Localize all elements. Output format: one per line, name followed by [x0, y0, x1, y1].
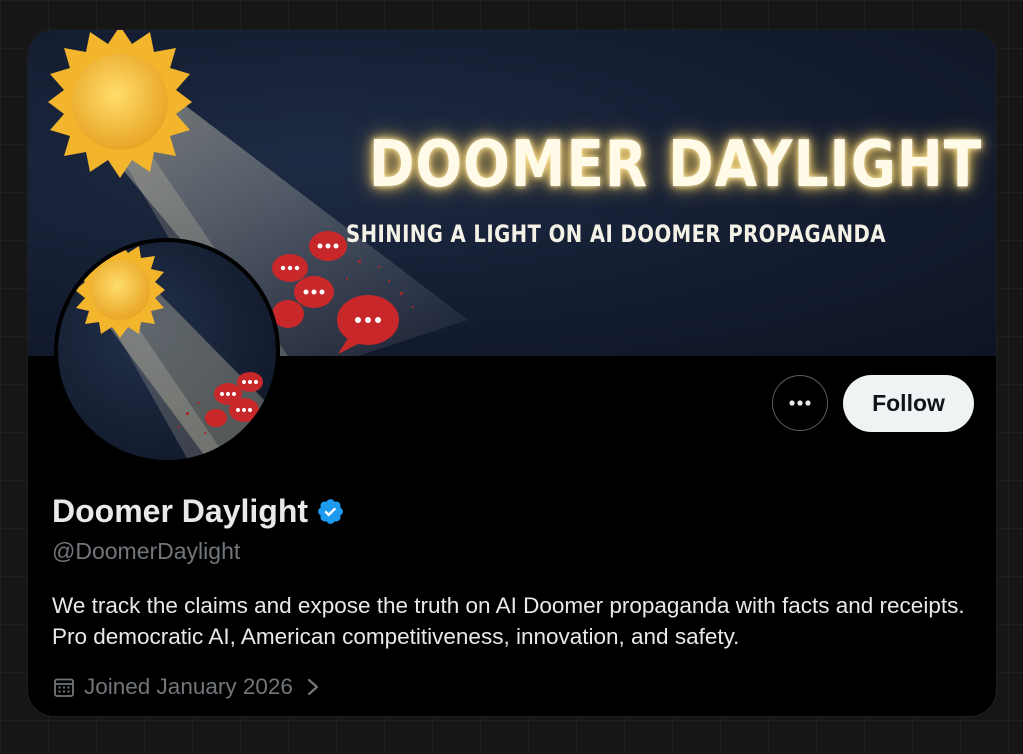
joined-date: Joined January 2026 [84, 674, 293, 699]
verified-badge-icon[interactable] [316, 497, 345, 526]
follow-button[interactable]: Follow [843, 375, 974, 432]
more-options-icon [789, 400, 811, 406]
banner-title: DOOMER DAYLIGHT [368, 128, 982, 202]
avatar[interactable] [54, 238, 280, 464]
profile-card: DOOMER DAYLIGHT SHINING A LIGHT ON AI DO… [28, 30, 996, 716]
more-options-button[interactable] [772, 375, 828, 431]
banner-subtitle: SHINING A LIGHT ON AI DOOMER PROPAGANDA [346, 220, 886, 248]
display-name: Doomer Daylight [52, 493, 309, 529]
display-name-row: Doomer Daylight [52, 493, 345, 530]
chevron-right-icon[interactable] [303, 676, 323, 698]
avatar-illustration [75, 242, 276, 460]
handle: @DoomerDaylight [52, 538, 241, 564]
calendar-icon [54, 678, 74, 697]
joined-date-row[interactable]: Joined January 2026 [52, 674, 323, 700]
bio: We track the claims and expose the truth… [52, 593, 965, 649]
